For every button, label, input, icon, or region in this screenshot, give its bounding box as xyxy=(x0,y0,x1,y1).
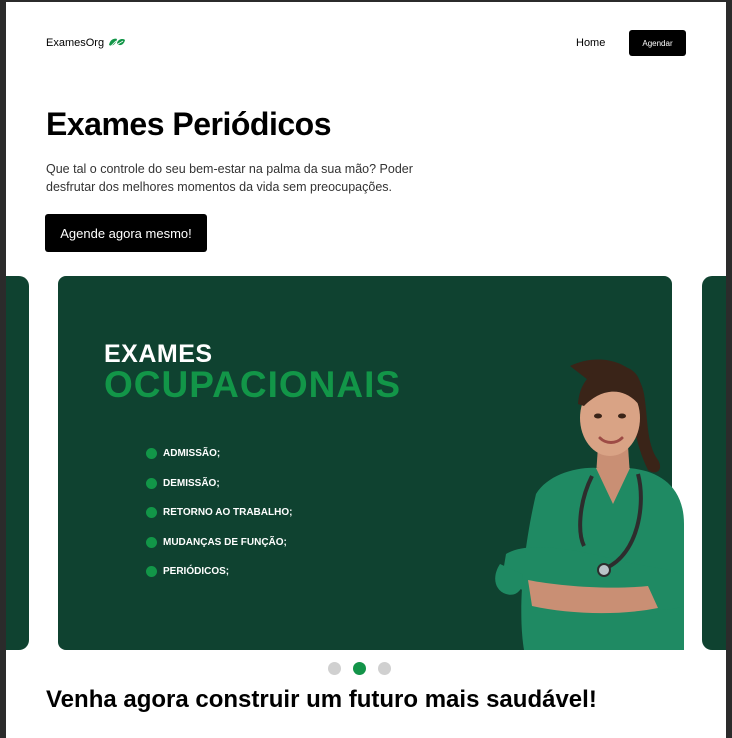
page: ExamesOrg Home Agendar Exames Periódicos… xyxy=(6,2,726,738)
section-heading: Venha agora construir um futuro mais sau… xyxy=(46,686,597,713)
schedule-now-button[interactable]: Agende agora mesmo! xyxy=(45,214,207,252)
slide-heading: OCUPACIONAIS xyxy=(104,364,402,405)
agendar-button[interactable]: Agendar xyxy=(629,30,686,56)
list-item: RETORNO AO TRABALHO; xyxy=(146,498,292,528)
page-title: Exames Periódicos xyxy=(46,106,331,142)
bullet-dot-icon xyxy=(146,507,157,519)
leaf-icon xyxy=(108,37,126,49)
nurse-photo xyxy=(495,359,684,650)
carousel-slide: EXAMES OCUPACIONAIS ADMISSÃO; DEMISSÃO; … xyxy=(58,276,684,650)
list-item-label: ADMISSÃO; xyxy=(163,448,221,460)
brand-name: ExamesOrg xyxy=(46,37,105,49)
nav-home-link[interactable]: Home xyxy=(576,37,605,49)
bullet-dot-icon xyxy=(146,448,157,460)
carousel-indicators xyxy=(328,662,391,675)
list-item-label: PERIÓDICOS; xyxy=(163,566,230,578)
list-item: PERIÓDICOS; xyxy=(146,557,292,587)
exam-list: ADMISSÃO; DEMISSÃO; RETORNO AO TRABALHO;… xyxy=(146,439,292,587)
list-item-label: MUDANÇAS DE FUNÇÃO; xyxy=(163,536,287,548)
carousel-dot-2[interactable] xyxy=(353,662,366,675)
bullet-dot-icon xyxy=(146,477,157,489)
hero-description: Que tal o controle do seu bem-estar na p… xyxy=(46,162,413,194)
bullet-dot-icon xyxy=(146,566,157,578)
carousel-dot-1[interactable] xyxy=(328,662,341,675)
carousel-next-slide[interactable] xyxy=(702,276,726,650)
list-item-label: RETORNO AO TRABALHO; xyxy=(163,507,293,519)
bullet-dot-icon xyxy=(146,536,157,548)
list-item: MUDANÇAS DE FUNÇÃO; xyxy=(146,528,292,558)
list-item: ADMISSÃO; xyxy=(146,439,292,469)
list-item: DEMISSÃO; xyxy=(146,469,292,499)
carousel-dot-3[interactable] xyxy=(378,662,391,675)
brand-logo[interactable]: ExamesOrg xyxy=(46,37,126,49)
list-item-label: DEMISSÃO; xyxy=(163,477,220,489)
carousel-prev-slide[interactable] xyxy=(6,276,29,650)
